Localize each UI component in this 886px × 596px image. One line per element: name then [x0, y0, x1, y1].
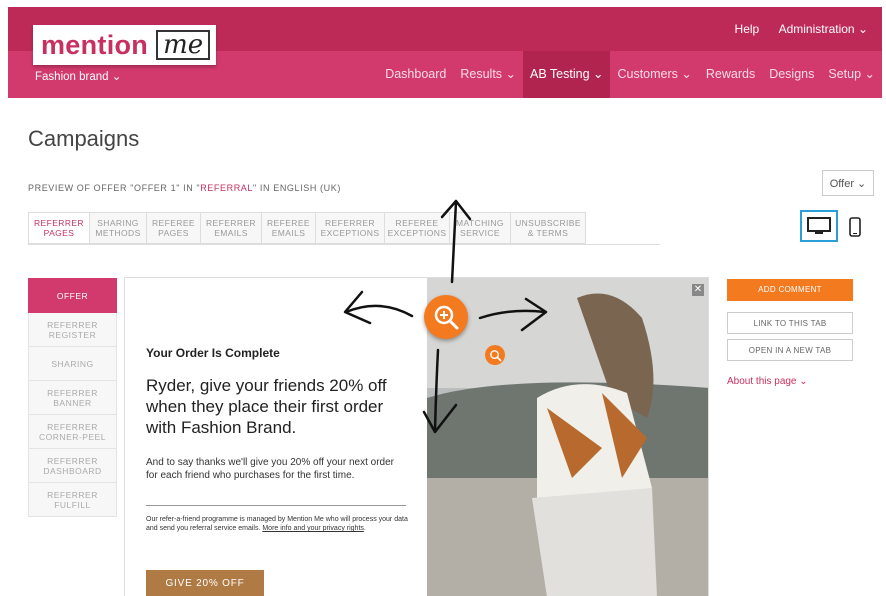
preview-heading: Your Order Is Complete: [146, 346, 280, 360]
section-tabs: REFERRER PAGES SHARING METHODS REFEREE P…: [28, 212, 586, 244]
nav-ab-testing[interactable]: AB Testing ⌄: [523, 51, 611, 98]
privacy-link[interactable]: More info and your privacy rights: [262, 525, 364, 532]
page-title: Campaigns: [28, 126, 140, 151]
tab-matching-service[interactable]: MATCHING SERVICE: [450, 212, 511, 244]
zoom-in-button[interactable]: [424, 295, 468, 339]
nav-results[interactable]: Results ⌄: [453, 51, 523, 98]
tab-referee-exceptions[interactable]: REFEREE EXCEPTIONS: [385, 212, 450, 244]
zoom-small-icon: [489, 349, 501, 361]
model-photo: ✕: [427, 278, 708, 596]
preview-highlight: REFERRAL: [200, 183, 254, 193]
nav-rewards[interactable]: Rewards: [699, 51, 762, 98]
nav-setup[interactable]: Setup ⌄: [821, 51, 882, 98]
mobile-icon: [849, 217, 861, 237]
preview-prefix: PREVIEW OF OFFER "OFFER 1" IN ": [28, 183, 201, 193]
add-comment-button[interactable]: ADD COMMENT: [727, 279, 853, 301]
logo-text: mention: [41, 29, 149, 60]
mobile-view-button[interactable]: [848, 214, 862, 240]
preview-divider: [146, 505, 406, 506]
zoom-in-icon: [434, 305, 459, 330]
main-nav: Dashboard Results ⌄ AB Testing ⌄ Custome…: [378, 51, 882, 98]
sidebar-item-sharing[interactable]: SHARING: [28, 347, 117, 381]
logo-me-box: me: [156, 30, 211, 60]
preview-label: PREVIEW OF OFFER "OFFER 1" IN "REFERRAL"…: [28, 183, 341, 193]
about-this-page-link[interactable]: About this page ⌄: [727, 376, 808, 387]
offer-dropdown[interactable]: Offer ⌄: [822, 170, 874, 196]
brand-selector[interactable]: Fashion brand ⌄: [35, 69, 121, 83]
sidebar-item-referrer-banner[interactable]: REFERRER BANNER: [28, 381, 117, 415]
tab-referrer-pages[interactable]: REFERRER PAGES: [28, 212, 90, 244]
tabs-divider: [28, 244, 660, 245]
desktop-view-button[interactable]: [800, 210, 838, 242]
open-new-tab-button[interactable]: OPEN IN A NEW TAB: [727, 339, 853, 361]
help-link[interactable]: Help: [735, 22, 760, 36]
sidebar-item-offer[interactable]: OFFER: [28, 278, 117, 313]
tab-referee-pages[interactable]: REFEREE PAGES: [147, 212, 201, 244]
sidebar-item-referrer-fulfill[interactable]: REFERRER FULFILL: [28, 483, 117, 517]
tab-sharing-methods[interactable]: SHARING METHODS: [90, 212, 147, 244]
preview-body-text: And to say thanks we'll give you 20% off…: [146, 457, 394, 481]
tab-referrer-exceptions[interactable]: REFERRER EXCEPTIONS: [316, 212, 385, 244]
model-photo-illustration: [427, 278, 708, 596]
tab-referrer-emails[interactable]: REFERRER EMAILS: [201, 212, 262, 244]
small-zoom-icon-button[interactable]: [485, 345, 505, 365]
link-to-tab-button[interactable]: LINK TO THIS TAB: [727, 312, 853, 334]
give-20-off-button[interactable]: GIVE 20% OFF: [146, 570, 264, 596]
sidebar-item-referrer-corner-peel[interactable]: REFERRER CORNER-PEEL: [28, 415, 117, 449]
preview-suffix: " IN ENGLISH (UK): [253, 183, 341, 193]
top-navigation-bar: mention me Help Administration ⌄ Fashion…: [8, 7, 882, 98]
page-sidebar: OFFER REFERRER REGISTER SHARING REFERRER…: [28, 278, 117, 517]
nav-dashboard[interactable]: Dashboard: [378, 51, 453, 98]
tab-referee-emails[interactable]: REFEREE EMAILS: [262, 212, 316, 244]
preview-legal-text: Our refer-a-friend programme is managed …: [146, 516, 408, 532]
mention-me-logo[interactable]: mention me: [33, 25, 217, 65]
nav-designs[interactable]: Designs: [762, 51, 821, 98]
sidebar-item-referrer-dashboard[interactable]: REFERRER DASHBOARD: [28, 449, 117, 483]
sidebar-item-referrer-register[interactable]: REFERRER REGISTER: [28, 313, 117, 347]
offer-preview-panel: ✕ Your Order Is Complete Ryder, give you…: [124, 277, 709, 596]
top-links: Help Administration ⌄: [719, 22, 868, 36]
nav-customers[interactable]: Customers ⌄: [610, 51, 698, 98]
preview-headline: Ryder, give your friends 20% off when th…: [146, 376, 387, 437]
administration-menu[interactable]: Administration ⌄: [779, 22, 868, 36]
desktop-icon: [807, 217, 831, 234]
close-preview-icon[interactable]: ✕: [692, 284, 704, 296]
tab-unsubscribe-terms[interactable]: UNSUBSCRIBE & TERMS: [511, 212, 586, 244]
